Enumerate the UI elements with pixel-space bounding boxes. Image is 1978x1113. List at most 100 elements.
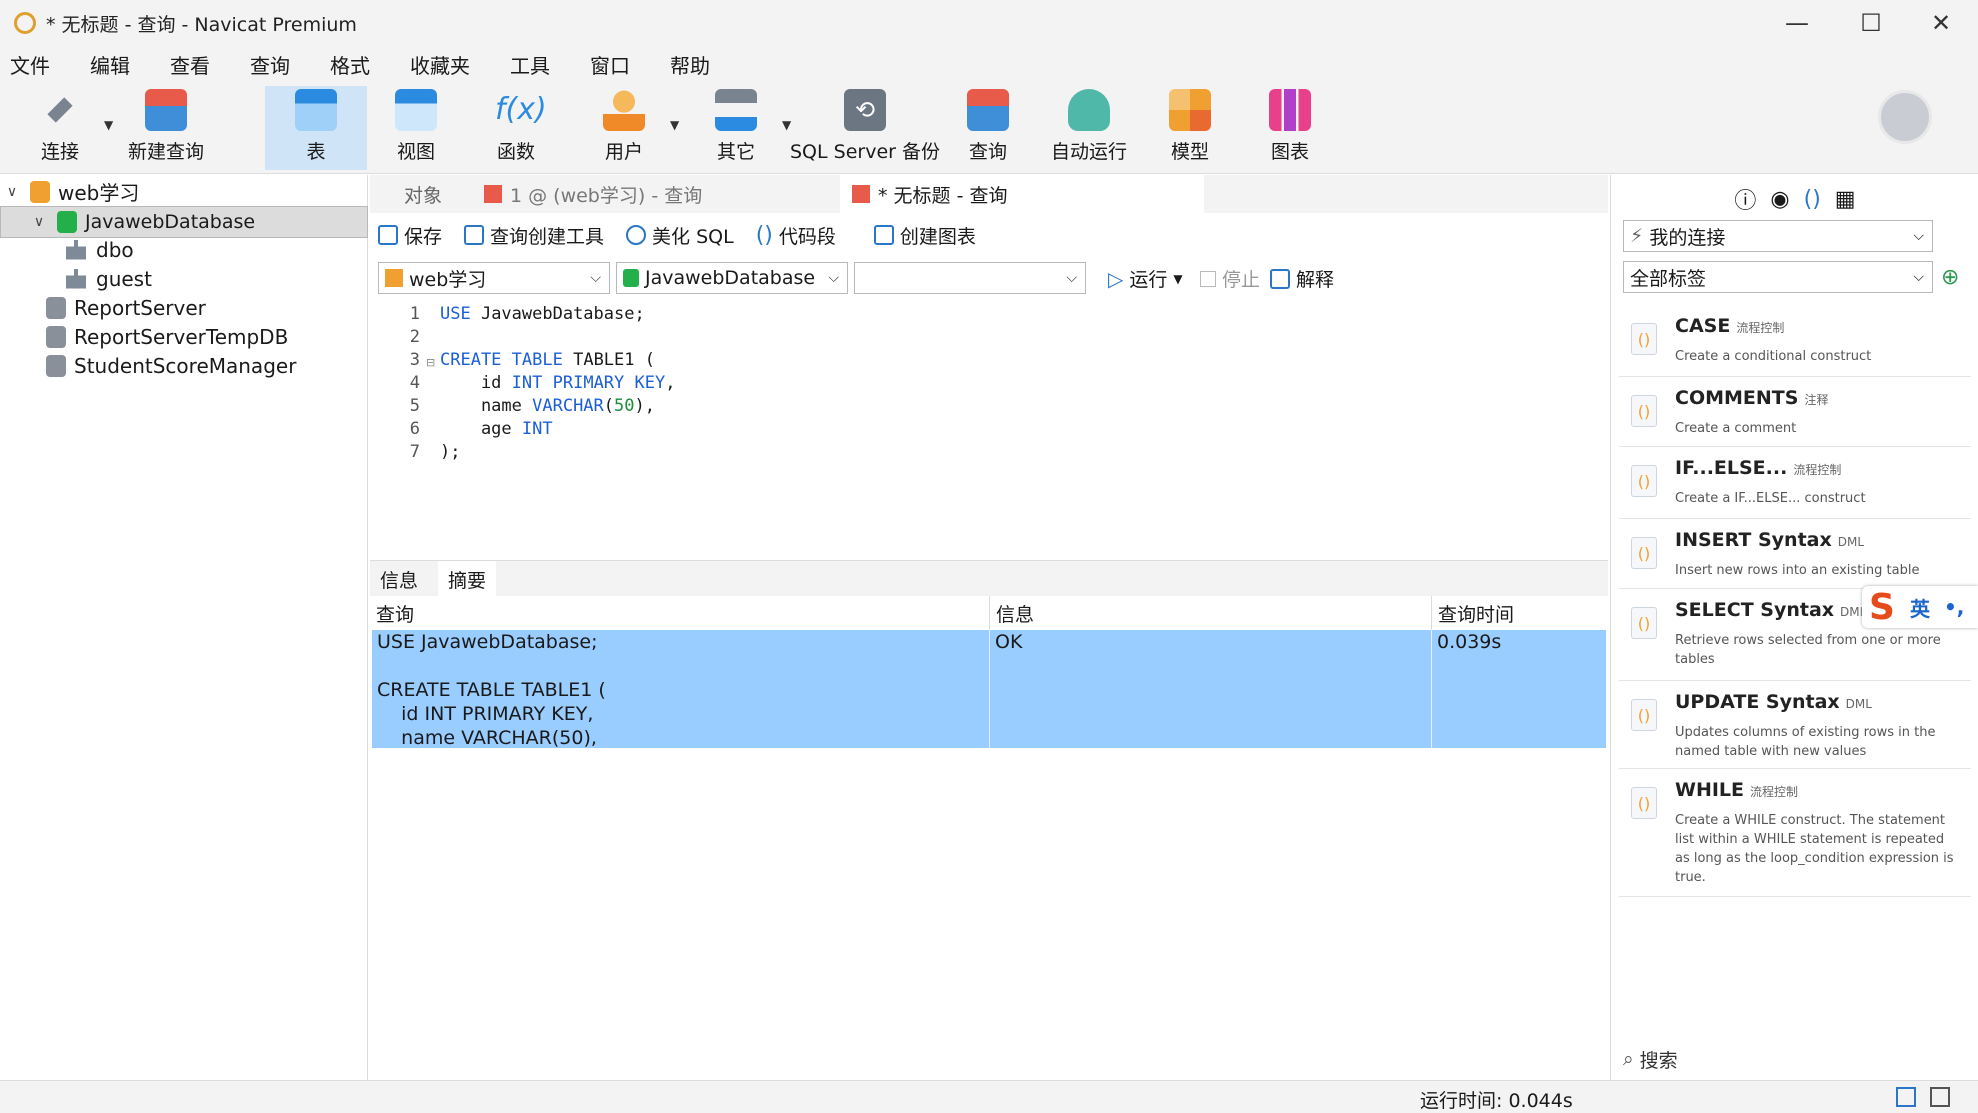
chevron-down-icon[interactable]: ∨: [4, 184, 20, 200]
explain-icon: [1270, 268, 1290, 289]
chevron-down-icon: ⌵: [1913, 228, 1924, 244]
tab-info[interactable]: 信息: [370, 561, 428, 597]
connect-button[interactable]: 连接: [28, 86, 92, 170]
add-snippet-icon[interactable]: ⊕: [1941, 265, 1959, 290]
tree-database[interactable]: ReportServer: [0, 293, 368, 322]
menu-help[interactable]: 帮助: [670, 50, 710, 79]
run-dropdown-icon[interactable]: ▼: [1173, 272, 1182, 286]
tab-objects[interactable]: 对象: [392, 175, 484, 213]
builder-icon: [464, 225, 485, 245]
column-header[interactable]: 查询: [370, 596, 990, 630]
other-dropdown-icon[interactable]: ▼: [782, 118, 791, 132]
ime-toolbar[interactable]: S 英 •,: [1862, 586, 1978, 628]
tab-query-untitled[interactable]: * 无标题 - 查询: [840, 175, 1204, 213]
list-item[interactable]: () INSERT Syntax DML Insert new rows into…: [1619, 519, 1971, 589]
tree-schema[interactable]: dbo: [0, 235, 368, 264]
snippet-file-icon: (): [1631, 395, 1657, 427]
snippet-file-icon: (): [1631, 787, 1657, 819]
create-chart-button[interactable]: 创建图表: [873, 222, 976, 249]
query-builder-button[interactable]: 查询创建工具: [464, 222, 604, 249]
navicat-logo-icon: [14, 12, 36, 34]
sql-server-backup-button[interactable]: ⟲ SQL Server 备份: [790, 86, 940, 170]
connection-select[interactable]: web学习 ⌵: [378, 262, 610, 294]
avatar[interactable]: [1878, 90, 1932, 144]
tree-database[interactable]: ReportServerTempDB: [0, 322, 368, 351]
user-button[interactable]: 用户: [584, 86, 664, 170]
tab-summary[interactable]: 摘要: [438, 561, 497, 597]
function-button[interactable]: f(x) 函数: [476, 86, 556, 170]
punctuation-icon[interactable]: •,: [1944, 595, 1964, 619]
table-button[interactable]: 表: [265, 86, 367, 170]
result-tabs: 信息 摘要: [370, 560, 1608, 597]
table-row[interactable]: USE JavawebDatabase; CREATE TABLE TABLE1…: [372, 630, 1606, 748]
snippet-search-input[interactable]: ⌕ 搜索: [1623, 1044, 1678, 1074]
code-line: );: [440, 442, 461, 462]
database-icon: [623, 269, 639, 287]
menu-tools[interactable]: 工具: [510, 50, 550, 79]
panel-icon-bar: ⓘ ◉ () ▦: [1611, 181, 1978, 217]
schema-select[interactable]: ⌵: [854, 262, 1086, 294]
other-button[interactable]: 其它: [696, 86, 776, 170]
query-button[interactable]: 查询: [948, 86, 1028, 170]
my-connections-select[interactable]: ⚡ 我的连接 ⌵: [1623, 220, 1933, 252]
minimize-icon[interactable]: —: [1762, 0, 1832, 46]
menu-view[interactable]: 查看: [170, 50, 210, 79]
plug-icon: [47, 97, 73, 123]
tree-schema[interactable]: guest: [0, 264, 368, 293]
save-button[interactable]: 保存: [378, 222, 442, 249]
list-item[interactable]: () UPDATE Syntax DML Updates columns of e…: [1619, 681, 1971, 769]
database-select[interactable]: JavawebDatabase ⌵: [616, 262, 848, 294]
explain-button[interactable]: 解释: [1270, 265, 1334, 292]
layout-right-icon[interactable]: [1930, 1087, 1950, 1107]
cell-time[interactable]: 0.039s: [1432, 630, 1606, 748]
tree-database[interactable]: StudentScoreManager: [0, 351, 368, 380]
cell-info[interactable]: OK: [990, 630, 1432, 748]
info-icon[interactable]: ⓘ: [1734, 183, 1756, 215]
list-item[interactable]: () IF...ELSE... 流程控制 Create a IF...ELSE..…: [1619, 447, 1971, 519]
chart-button[interactable]: 图表: [1250, 86, 1330, 170]
model-button[interactable]: 模型: [1150, 86, 1230, 170]
list-item[interactable]: () CASE 流程控制 Create a conditional constru…: [1619, 305, 1971, 377]
menu-query[interactable]: 查询: [250, 50, 290, 79]
beautify-sql-button[interactable]: 美化 SQL: [626, 222, 734, 249]
automation-button[interactable]: 自动运行: [1046, 86, 1132, 170]
connection-icon: [385, 269, 403, 287]
column-header[interactable]: 查询时间: [1432, 596, 1608, 630]
user-icon: [603, 89, 645, 131]
tree-database-selected[interactable]: ∨ JavawebDatabase: [0, 206, 368, 238]
cell-query[interactable]: USE JavawebDatabase; CREATE TABLE TABLE1…: [372, 630, 990, 748]
layout-left-icon[interactable]: [1896, 1087, 1916, 1107]
list-item[interactable]: () WHILE 流程控制 Create a WHILE construct. T…: [1619, 769, 1971, 897]
document-tabs: 对象 1 @ (web学习) - 查询 * 无标题 - 查询: [370, 175, 1608, 213]
run-button[interactable]: ▷ 运行 ▼: [1108, 265, 1183, 292]
fold-icon[interactable]: ⊟: [426, 356, 435, 369]
connect-dropdown-icon[interactable]: ▼: [104, 118, 113, 132]
close-icon[interactable]: ✕: [1906, 0, 1976, 46]
view-button[interactable]: 视图: [376, 86, 456, 170]
tag-filter-select[interactable]: 全部标签 ⌵: [1623, 261, 1933, 293]
eye-icon[interactable]: ◉: [1770, 187, 1789, 212]
user-dropdown-icon[interactable]: ▼: [670, 118, 679, 132]
stop-button[interactable]: 停止: [1200, 265, 1260, 292]
snippet-icon[interactable]: (): [1804, 187, 1821, 212]
ime-language-label[interactable]: 英: [1910, 593, 1930, 622]
snippet-icon: (): [755, 222, 773, 248]
chevron-down-icon[interactable]: ∨: [31, 214, 47, 230]
menu-favorites[interactable]: 收藏夹: [410, 50, 470, 79]
menu-edit[interactable]: 编辑: [90, 50, 130, 79]
tree-connection[interactable]: ∨ web学习: [0, 177, 368, 206]
result-grid: 查询 信息 查询时间 USE JavawebDatabase; CREATE T…: [370, 596, 1608, 1080]
menu-file[interactable]: 文件: [10, 50, 50, 79]
snippet-button[interactable]: () 代码段: [756, 222, 836, 249]
sql-editor[interactable]: 1 2 3 4 5 6 7 USE JavawebDatabase; CREAT…: [370, 299, 1608, 557]
tab-query-1[interactable]: 1 @ (web学习) - 查询: [472, 175, 836, 213]
new-query-button[interactable]: 新建查询: [124, 86, 208, 170]
maximize-icon[interactable]: ☐: [1836, 0, 1906, 46]
view-icon: [395, 89, 437, 131]
list-item[interactable]: () COMMENTS 注释 Create a comment: [1619, 377, 1971, 447]
chevron-down-icon: ⌵: [590, 270, 601, 286]
menu-format[interactable]: 格式: [330, 50, 370, 79]
menu-window[interactable]: 窗口: [590, 50, 630, 79]
grid-icon[interactable]: ▦: [1835, 187, 1856, 212]
column-header[interactable]: 信息: [990, 596, 1432, 630]
